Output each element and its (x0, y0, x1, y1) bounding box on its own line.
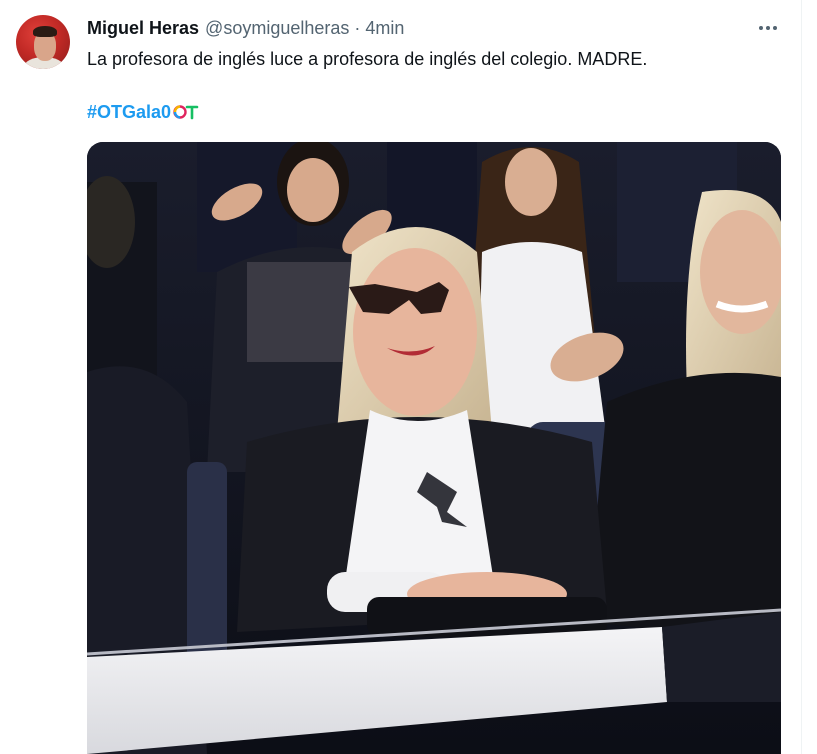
ot-logo-icon (173, 105, 199, 120)
more-options-icon[interactable] (754, 16, 782, 40)
author-name[interactable]: Miguel Heras (87, 17, 199, 39)
timeline-border (801, 0, 802, 754)
tweet-text: La profesora de inglés luce a profesora … (87, 49, 648, 69)
author-handle[interactable]: @soymiguelheras (205, 17, 349, 39)
avatar[interactable] (16, 15, 70, 69)
more-dot (766, 26, 770, 30)
separator-dot: · (354, 18, 361, 38)
tweet-timestamp[interactable]: 4min (365, 17, 404, 39)
avatar-hair (33, 26, 57, 37)
tweet-header: Miguel Heras @soymiguelheras · 4min (87, 17, 404, 39)
media-illustration (87, 142, 781, 754)
hashtag-link[interactable]: #OTGala0 (87, 102, 171, 123)
more-dot (773, 26, 777, 30)
hashtag-row: #OTGala0 (87, 100, 199, 124)
more-dot (759, 26, 763, 30)
tweet-media-image[interactable] (87, 142, 781, 754)
